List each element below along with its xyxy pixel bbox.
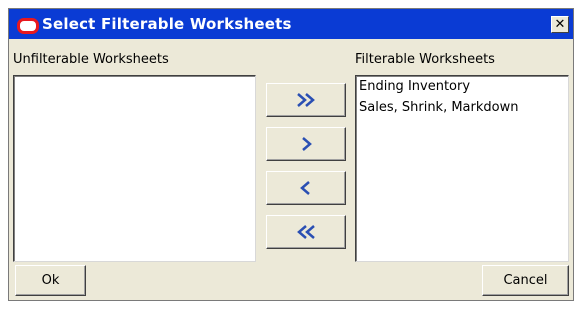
ok-button-label: Ok [41,273,60,288]
unfilterable-worksheets-label: Unfilterable Worksheets [13,52,169,67]
list-item[interactable]: Sales, Shrink, Markdown [356,97,568,118]
move-all-left-button[interactable] [266,215,346,249]
move-left-button[interactable] [266,171,346,205]
double-chevron-right-icon [297,93,315,107]
unfilterable-worksheets-list[interactable] [13,75,256,262]
chevron-left-icon [300,181,310,195]
list-item[interactable]: Ending Inventory [356,76,568,97]
window-title: Select Filterable Worksheets [42,15,292,33]
filterable-worksheets-list[interactable]: Ending Inventory Sales, Shrink, Markdown [355,75,569,262]
chevron-right-icon [302,137,312,151]
move-all-right-button[interactable] [266,83,346,117]
cancel-button[interactable]: Cancel [482,265,569,296]
close-icon: ✕ [554,17,566,32]
double-chevron-left-icon [297,225,315,239]
ok-button[interactable]: Ok [15,265,86,296]
filterable-worksheets-label: Filterable Worksheets [355,52,495,67]
select-filterable-worksheets-dialog: Select Filterable Worksheets ✕ Unfiltera… [8,8,574,301]
cancel-button-label: Cancel [503,273,548,288]
close-button[interactable]: ✕ [551,16,569,33]
title-bar[interactable]: Select Filterable Worksheets ✕ [9,9,573,39]
move-right-button[interactable] [266,127,346,161]
oracle-logo-icon [17,18,39,34]
